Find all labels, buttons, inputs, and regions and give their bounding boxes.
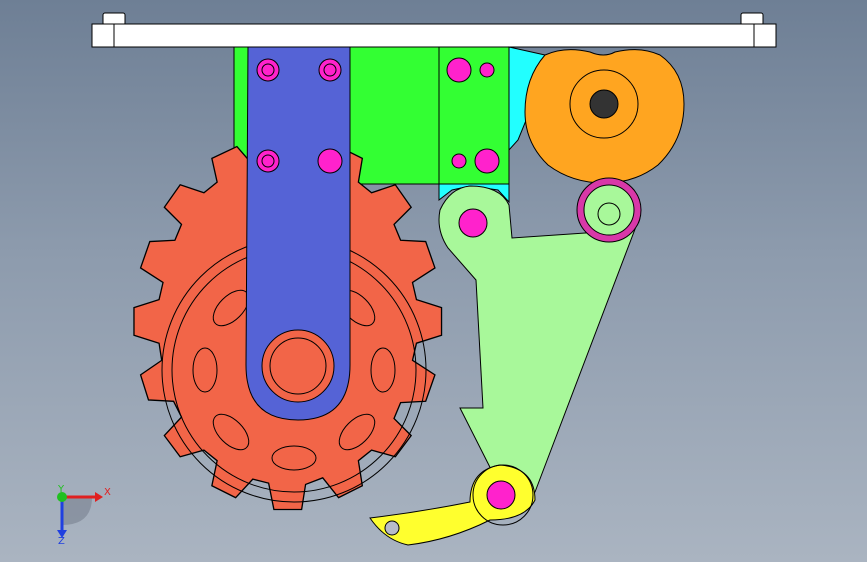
sprocket-hub-inner [269,337,327,395]
pawl-small-hole [384,520,400,536]
blue-arm-hole-1 [256,58,280,82]
sprocket-window [370,347,396,393]
triad-shadow [62,497,92,525]
yellow-pawl[interactable] [369,464,536,546]
plate-tab-left [102,12,126,26]
blue-arm-hole-3 [256,149,280,173]
green-hole-1 [446,57,472,83]
green-hole-3 [451,153,467,169]
orange-cam[interactable] [524,49,685,184]
orientation-triad: X Y Z [57,484,111,547]
triad-y-label: Y [57,484,65,495]
green-hole-4 [474,148,500,174]
cam-bore [589,89,619,119]
blue-arm-hole-4 [317,148,343,174]
plate-body [91,23,777,48]
blue-arm[interactable] [245,46,351,421]
green-hole-2 [479,62,495,78]
triad-x-arrow [95,492,103,502]
tensioner-pivot-hole [458,208,488,238]
roller-bore [597,202,621,226]
sprocket-window [271,445,317,471]
triad-z-label: Z [58,536,65,547]
cad-viewport[interactable]: X Y Z [0,0,867,562]
top-plate[interactable] [91,12,777,48]
tensioner-roller[interactable] [576,177,642,243]
triad-x-label: X [104,487,111,498]
blue-arm-hole-2 [318,58,342,82]
plate-tab-right [740,12,764,26]
pawl-pivot-hole [486,480,516,510]
sprocket-window [192,347,218,393]
